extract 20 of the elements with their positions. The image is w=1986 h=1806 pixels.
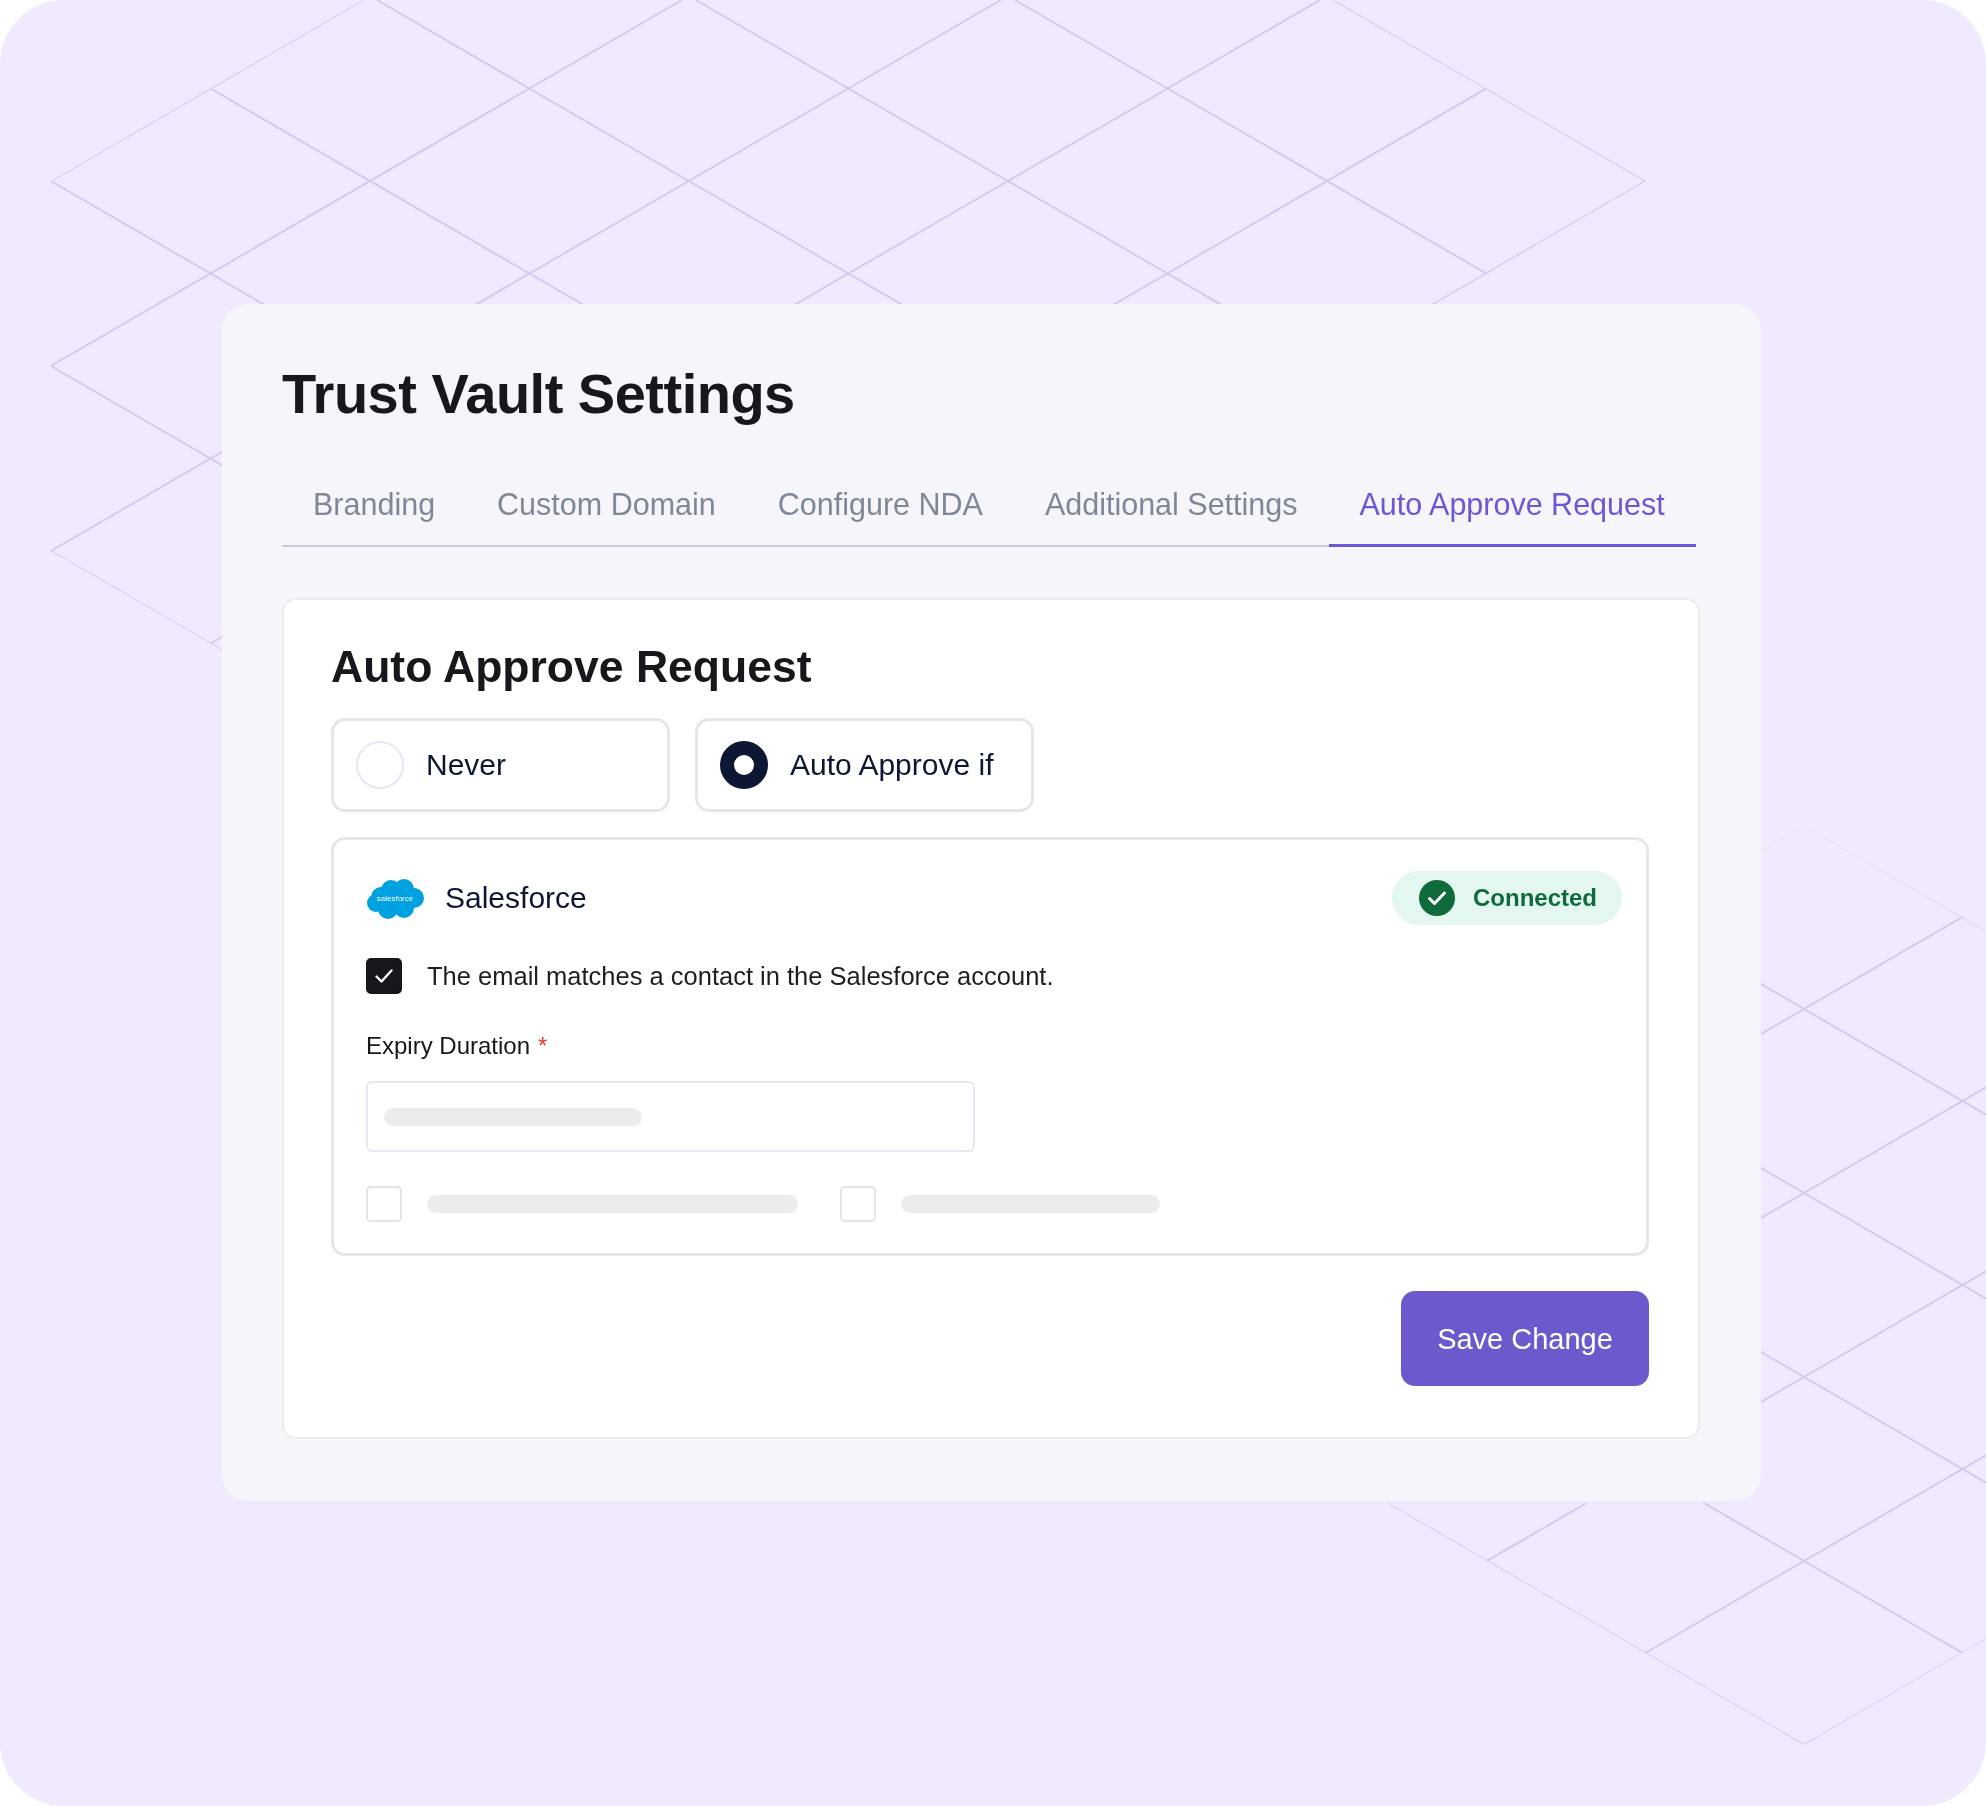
connection-status: Connected: [1473, 883, 1597, 913]
required-mark: *: [538, 1032, 548, 1059]
integration-name: Salesforce: [445, 880, 587, 916]
save-button[interactable]: Save Change: [1401, 1291, 1649, 1386]
radio-option[interactable]: Never: [331, 718, 670, 812]
radio-option[interactable]: Auto Approve if: [695, 718, 1034, 812]
page-title: Trust Vault Settings: [282, 361, 796, 427]
radio-button[interactable]: [720, 741, 768, 789]
cloud-logo: salesforce: [366, 876, 424, 920]
check-circle-icon: [1419, 880, 1455, 916]
tab[interactable]: Custom Domain: [466, 477, 747, 547]
section-heading: Auto Approve Request: [331, 641, 813, 693]
tab[interactable]: Branding: [282, 477, 467, 547]
input-field[interactable]: [366, 1081, 975, 1152]
field-label: Expiry Duration: [366, 1032, 531, 1059]
tab[interactable]: Additional Settings: [1013, 477, 1329, 547]
tab[interactable]: Configure NDA: [746, 477, 1014, 547]
checkbox[interactable]: [366, 958, 402, 994]
checkbox-label: The email matches a contact in the Salesforce account.: [427, 961, 1054, 991]
tab[interactable]: Auto Approve Request: [1328, 477, 1696, 547]
